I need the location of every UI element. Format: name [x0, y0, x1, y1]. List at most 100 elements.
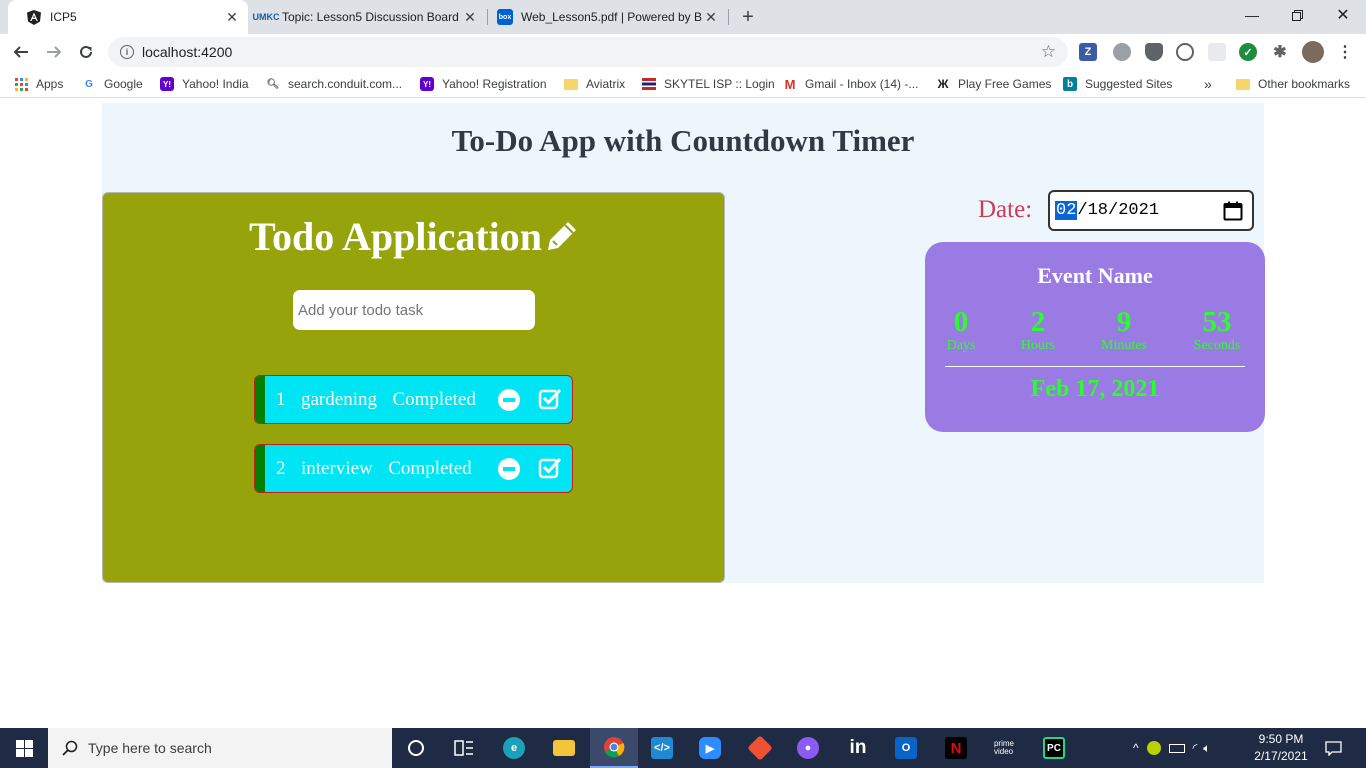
- remove-todo-button[interactable]: [498, 458, 520, 480]
- bookmark-other-bookmarks[interactable]: Other bookmarks: [1236, 75, 1350, 93]
- todo-item-stripe: [255, 376, 265, 423]
- tab-web-lesson5-pdf[interactable]: box Web_Lesson5.pdf | Powered by B ✕: [489, 0, 727, 34]
- task-view-icon[interactable]: [440, 728, 488, 768]
- countdown-minutes-label: Minutes: [1101, 338, 1147, 353]
- todo-title: Todo Application: [103, 213, 726, 260]
- date-input[interactable]: 02/18/2021: [1048, 190, 1254, 231]
- close-window-icon[interactable]: ✕: [1320, 0, 1366, 30]
- taskbar-clock[interactable]: 9:50 PM 2/17/2021: [1244, 731, 1318, 765]
- bookmark-label: Play Free Games: [958, 77, 1052, 91]
- bing-icon: b: [1063, 77, 1077, 91]
- bookmark-suggested-sites[interactable]: b Suggested Sites: [1063, 75, 1172, 93]
- extension-icon[interactable]: [1208, 43, 1226, 61]
- bookmark-label: Other bookmarks: [1258, 77, 1351, 91]
- battery-icon[interactable]: [1168, 743, 1185, 753]
- bookmark-play-free-games[interactable]: Ж Play Free Games: [936, 75, 1052, 93]
- date-month-segment[interactable]: 02: [1055, 201, 1078, 220]
- countdown-minutes: 9 Minutes: [1084, 306, 1164, 354]
- bookmark-google[interactable]: G Google: [82, 75, 143, 93]
- pycharm-icon[interactable]: PC: [1030, 728, 1078, 768]
- bookmark-gmail[interactable]: M Gmail - Inbox (14) -...: [783, 75, 919, 93]
- site-info-icon[interactable]: i: [120, 45, 134, 59]
- clock-time: 9:50 PM: [1258, 732, 1304, 746]
- cortana-icon[interactable]: [392, 728, 440, 768]
- search-icon: [62, 740, 78, 756]
- wifi-icon[interactable]: ◜: [1193, 741, 1198, 755]
- avatar[interactable]: [1302, 41, 1324, 63]
- bookmark-yahoo-india[interactable]: Y! Yahoo! India: [160, 75, 249, 93]
- zoom-icon[interactable]: ▶: [686, 728, 734, 768]
- back-icon[interactable]: [7, 38, 35, 66]
- umkc-icon: UMKC: [252, 12, 280, 22]
- puzzle-extensions-icon[interactable]: ✱: [1271, 43, 1289, 61]
- menu-dots-icon[interactable]: ⋮: [1336, 43, 1354, 61]
- bookmark-yahoo-registration[interactable]: Y! Yahoo! Registration: [420, 75, 547, 93]
- restore-icon[interactable]: [1274, 0, 1320, 30]
- taskbar-search-box[interactable]: Type here to search: [48, 728, 392, 768]
- complete-todo-button[interactable]: [538, 456, 562, 485]
- date-label: Date:: [978, 196, 1033, 223]
- close-icon[interactable]: ✕: [224, 9, 240, 25]
- bookmark-label: SKYTEL ISP :: Login: [664, 77, 775, 91]
- forward-icon[interactable]: [40, 38, 68, 66]
- bookmark-apps[interactable]: Apps: [14, 75, 63, 93]
- linkedin-icon[interactable]: in: [834, 728, 882, 768]
- bookmark-label: search.conduit.com...: [288, 77, 403, 91]
- bookmark-search-conduit[interactable]: 🔍︎ search.conduit.com...: [266, 75, 402, 93]
- new-tab-button[interactable]: +: [737, 6, 759, 28]
- bookmark-label: Apps: [36, 77, 64, 91]
- tab-separator: [728, 9, 729, 25]
- date-day-segment[interactable]: 18: [1088, 201, 1108, 220]
- netflix-icon[interactable]: N: [932, 728, 980, 768]
- date-separator: /: [1077, 201, 1088, 220]
- todo-item-text: 2 interview Completed: [276, 458, 472, 479]
- date-year-segment[interactable]: 2021: [1118, 201, 1159, 220]
- extension-icon[interactable]: [1113, 43, 1131, 61]
- prime-video-icon[interactable]: prime video: [980, 728, 1028, 768]
- countdown-seconds-value: 53: [1202, 306, 1232, 338]
- edge-icon[interactable]: e: [490, 728, 538, 768]
- close-icon[interactable]: ✕: [703, 9, 719, 25]
- browser-tab-strip: ICP5 ✕ UMKC Topic: Lesson5 Discussion Bo…: [0, 0, 1366, 34]
- zotero-extension-icon[interactable]: Z: [1079, 43, 1097, 61]
- tab-title: ICP5: [50, 10, 77, 24]
- event-name: Event Name: [1037, 263, 1153, 288]
- outlook-icon[interactable]: O: [882, 728, 930, 768]
- reload-icon[interactable]: [72, 38, 100, 66]
- system-tray: ^ ◜ 🔈︎: [1133, 728, 1211, 768]
- countdown-days-label: Days: [946, 338, 976, 353]
- complete-todo-button[interactable]: [538, 387, 562, 416]
- git-icon[interactable]: [736, 728, 784, 768]
- pencil-icon: [548, 222, 577, 250]
- calendar-icon[interactable]: [1223, 201, 1243, 226]
- bookmark-aviatrix[interactable]: Aviatrix: [564, 75, 625, 93]
- address-bar[interactable]: i localhost:4200 ☆: [108, 37, 1068, 67]
- folder-icon: [1236, 77, 1250, 91]
- todo-title-text: Todo Application: [248, 214, 543, 259]
- vscode-icon[interactable]: </>: [638, 728, 686, 768]
- folder-icon: [564, 77, 578, 91]
- bookmarks-overflow-button[interactable]: »: [1204, 75, 1212, 93]
- minimize-icon[interactable]: —: [1229, 0, 1275, 30]
- notifications-icon[interactable]: [1322, 728, 1344, 768]
- bookmark-skytel[interactable]: SKYTEL ISP :: Login: [642, 75, 775, 93]
- tab-discussion-board[interactable]: UMKC Topic: Lesson5 Discussion Board ✕: [250, 0, 486, 34]
- windows-start-button[interactable]: [0, 728, 48, 768]
- countdown-divider: [945, 366, 1245, 367]
- todo-input[interactable]: [293, 290, 535, 330]
- bookmark-star-icon[interactable]: ☆: [1041, 42, 1056, 62]
- github-desktop-icon[interactable]: ●: [784, 728, 832, 768]
- tray-app-icon[interactable]: [1146, 741, 1161, 755]
- chevron-up-icon[interactable]: ^: [1133, 741, 1139, 755]
- tab-icp5[interactable]: ICP5 ✕: [8, 0, 248, 34]
- extension-icon[interactable]: [1176, 43, 1194, 61]
- remove-todo-button[interactable]: [498, 389, 520, 411]
- countdown-hours: 2 Hours: [998, 306, 1078, 354]
- file-explorer-icon[interactable]: [540, 728, 588, 768]
- countdown-seconds-label: Seconds: [1193, 338, 1241, 353]
- close-icon[interactable]: ✕: [462, 9, 478, 25]
- chrome-icon[interactable]: [590, 728, 638, 768]
- shield-extension-icon[interactable]: [1145, 43, 1163, 61]
- check-extension-icon[interactable]: ✓: [1239, 43, 1257, 61]
- volume-icon[interactable]: 🔈︎: [1203, 741, 1210, 756]
